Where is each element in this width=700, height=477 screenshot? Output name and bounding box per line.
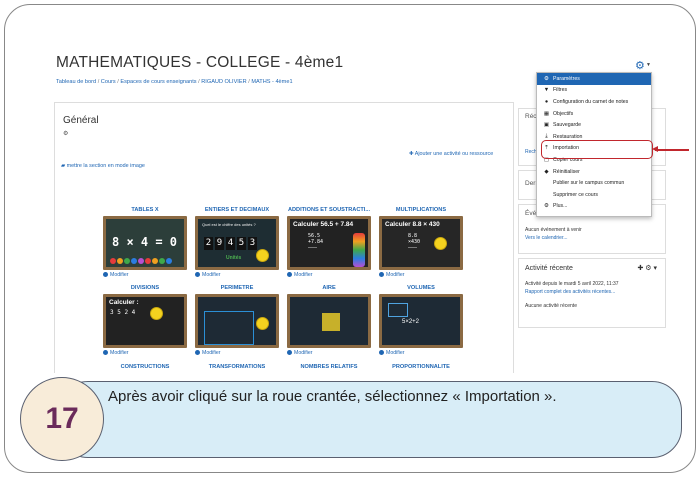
section-title: Général xyxy=(63,115,99,126)
smiley-icon xyxy=(150,307,163,320)
modify-link[interactable]: Modifier xyxy=(103,350,187,356)
instruction-text: Après avoir cliqué sur la roue crantée, … xyxy=(108,388,557,405)
menu-item-publier[interactable]: Publier sur le campus commun xyxy=(537,177,651,189)
backup-icon: ▣ xyxy=(543,122,550,129)
tile-volumes[interactable]: VOLUMES 5×2+2 Modifier xyxy=(379,285,463,356)
breadcrumb: Tableau de bord / Cours / Espaces de cou… xyxy=(56,79,293,85)
course-title: MATHEMATIQUES - COLLEGE - 4ème1 xyxy=(56,54,344,71)
tile-tables[interactable]: TABLES X 8 × 4 = 0 Modifier xyxy=(103,207,187,278)
tile-transformations[interactable]: TRANSFORMATIONS xyxy=(195,364,279,373)
breadcrumb-course[interactable]: MATHS - 4ème1 xyxy=(251,79,292,85)
section-gear-icon[interactable]: ⚙ xyxy=(63,130,68,137)
menu-item-sauvegarde[interactable]: ▣ Sauvegarde xyxy=(537,119,651,131)
menu-item-reinitialiser[interactable]: ◆ Réinitialiser xyxy=(537,166,651,178)
gear-icon xyxy=(103,350,108,355)
gradebook-icon: ● xyxy=(544,98,549,105)
tile-perimetre[interactable]: PERIMETRE Modifier xyxy=(195,285,279,356)
add-activity-link[interactable]: ✚ Ajouter une activité ou ressource xyxy=(409,151,493,157)
tile-nombres-relatifs[interactable]: NOMBRES RELATIFS xyxy=(287,364,371,373)
menu-item-gradebook-setup[interactable]: ● Configuration du carnet de notes xyxy=(537,96,651,108)
annotation-arrow xyxy=(655,149,689,151)
modify-link[interactable]: Modifier xyxy=(287,272,371,278)
tile-constructions[interactable]: CONSTRUCTIONS xyxy=(103,364,187,373)
filter-icon: ▼ xyxy=(543,87,550,94)
gear-icon xyxy=(287,350,292,355)
tile-divisions[interactable]: DIVISIONS Calculer : 3 5 2 4 Modifier xyxy=(103,285,187,356)
modify-link[interactable]: Modifier xyxy=(379,350,463,356)
smiley-icon xyxy=(256,249,269,262)
gear-icon xyxy=(379,272,384,277)
gear-icon xyxy=(379,350,384,355)
modify-link[interactable]: Modifier xyxy=(103,272,187,278)
step-number-badge: 17 xyxy=(20,377,104,461)
breadcrumb-teacher[interactable]: RIGAUD OLIVIER xyxy=(201,79,246,85)
breadcrumb-teacher-spaces[interactable]: Espaces de cours enseignants xyxy=(120,79,196,85)
menu-item-supprimer[interactable]: Supprimer ce cours xyxy=(537,189,651,201)
move-icon[interactable]: ✚ ⚙ ▾ xyxy=(637,264,657,272)
gear-icon: ⚙ xyxy=(544,203,549,210)
recent-report-link[interactable]: Rapport complet des activités récentes..… xyxy=(525,289,615,295)
calendar-link[interactable]: Vers le calendrier... xyxy=(525,235,568,241)
arrow-left-icon xyxy=(652,146,658,152)
breadcrumb-courses[interactable]: Cours xyxy=(101,79,116,85)
tile-proportionnalite[interactable]: PROPORTIONNALITE xyxy=(379,364,463,373)
gear-icon xyxy=(103,272,108,277)
course-main-section: Général ⚙ ✚ Ajouter une activité ou ress… xyxy=(54,102,514,373)
menu-item-plus[interactable]: ⚙ Plus... xyxy=(537,201,651,213)
breadcrumb-dashboard[interactable]: Tableau de bord xyxy=(56,79,96,85)
gear-icon: ⚙ xyxy=(544,75,549,82)
reset-icon: ◆ xyxy=(544,168,549,175)
outcomes-icon: ▦ xyxy=(543,110,550,117)
gear-icon xyxy=(195,272,200,277)
smiley-icon xyxy=(256,317,269,330)
menu-item-objectifs[interactable]: ▦ Objectifs xyxy=(537,108,651,120)
modify-link[interactable]: Modifier xyxy=(287,350,371,356)
search-link[interactable]: Rech xyxy=(525,149,537,155)
menu-item-parametres[interactable]: ⚙ Paramètres xyxy=(537,73,651,85)
course-gear-icon[interactable]: ⚙ xyxy=(635,59,645,72)
modify-link[interactable]: Modifier xyxy=(195,350,279,356)
tile-aire[interactable]: AIRE Modifier xyxy=(287,285,371,356)
modify-link[interactable]: Modifier xyxy=(195,272,279,278)
modify-link[interactable]: Modifier xyxy=(379,272,463,278)
tile-additions[interactable]: ADDITIONS ET SOUSTRACTI... Calculer 56.5… xyxy=(287,207,371,278)
gear-icon xyxy=(287,272,292,277)
gear-icon xyxy=(195,350,200,355)
image-mode-link[interactable]: ▰ mettre la section en mode image xyxy=(61,163,145,169)
menu-item-filtres[interactable]: ▼ Filtres xyxy=(537,85,651,97)
tile-multiplications[interactable]: MULTIPLICATIONS Calculer 8.8 × 430 8.8 ×4… xyxy=(379,207,463,278)
chevron-down-icon[interactable]: ▼ xyxy=(646,62,651,68)
importation-highlight xyxy=(541,140,653,159)
smiley-icon xyxy=(434,237,447,250)
recent-activity-block: Activité récente ✚ ⚙ ▾ Activité depuis l… xyxy=(518,258,666,328)
tile-entiers[interactable]: ENTIERS ET DECIMAUX Quel est le chiffre … xyxy=(195,207,279,278)
